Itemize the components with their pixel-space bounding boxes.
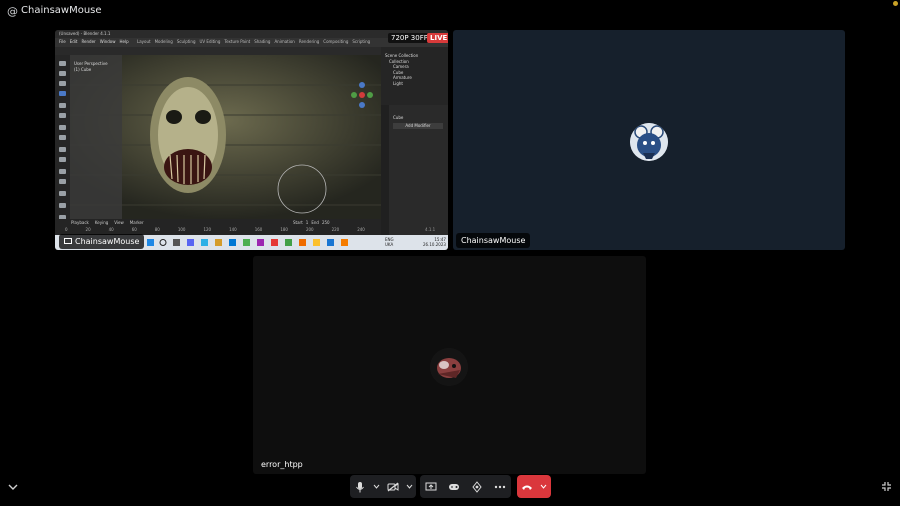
tool-icons — [59, 61, 66, 230]
avatar — [630, 123, 668, 161]
screen-share-icon — [425, 482, 437, 490]
frame-start-label: Start — [293, 220, 303, 225]
workspace-tab-3[interactable]: UV Editing — [200, 39, 221, 45]
more-icon — [494, 485, 505, 488]
participant-tile-chainsawmouse[interactable]: ChainsawMouse — [453, 30, 845, 250]
blender-menu-item-0[interactable]: File — [59, 39, 66, 45]
camera-off-icon — [387, 482, 399, 491]
screen-share-button[interactable] — [423, 479, 439, 495]
workspace-tab-5[interactable]: Shading — [254, 39, 270, 45]
mic-options-button[interactable] — [373, 479, 381, 495]
notification-dot — [893, 1, 898, 6]
blender-timeline[interactable]: Playback Keying View Marker Start 1 End 250… — [55, 219, 381, 235]
chevron-down-icon[interactable] — [8, 483, 18, 491]
chevron-down-icon — [406, 484, 413, 489]
hang-up-icon — [521, 485, 532, 490]
workspace-tab-7[interactable]: Rendering — [299, 39, 319, 45]
blender-viewport[interactable]: User Perspective (1) Cube — [70, 55, 381, 219]
outliner-item-0[interactable]: Scene Collection — [385, 53, 418, 59]
outliner-item-5[interactable]: Light — [385, 81, 418, 87]
workspace-tab-4[interactable]: Texture Paint — [224, 39, 250, 45]
activities-button[interactable] — [446, 479, 462, 495]
timeline-tick-label-12: 240 — [357, 227, 365, 232]
gamepad-icon — [449, 483, 460, 490]
workspace-tab-9[interactable]: Scripting — [352, 39, 370, 45]
frame-start-value[interactable]: 1 — [306, 220, 309, 225]
workspace-tab-0[interactable]: Layout — [137, 39, 151, 45]
blender-menu-item-2[interactable]: Render — [81, 39, 95, 45]
timeline-tick-label-0: 0 — [65, 227, 68, 232]
live-badge: LIVE — [427, 33, 448, 43]
workspace-tab-1[interactable]: Modeling — [155, 39, 173, 45]
screen-share-indicator-icon — [64, 238, 72, 244]
participant-tile-error-htpp[interactable]: error_htpp — [253, 256, 646, 474]
timeline-tick-label-1: 20 — [85, 227, 91, 232]
timeline-tick-label-8: 160 — [254, 227, 263, 232]
blender-menu-item-1[interactable]: Edit — [70, 39, 78, 45]
timeline-tick-label-5: 100 — [177, 227, 186, 232]
blender-viewport-header — [55, 47, 381, 55]
timeline-tick-label-4: 80 — [154, 227, 160, 232]
channel-title: ChainsawMouse — [21, 5, 102, 16]
blender-outliner[interactable]: Scene Collection Collection Camera Cube Arma… — [381, 47, 448, 105]
blender-menu-item-3[interactable]: Window — [100, 39, 116, 45]
creature-avatar-icon — [430, 348, 468, 386]
voice-video-controls — [350, 475, 416, 498]
timeline-tick-label-3: 60 — [131, 227, 137, 232]
workspace-tab-8[interactable]: Compositing — [323, 39, 348, 45]
mic-icon — [356, 481, 365, 492]
timeline-tick-label-9: 180 — [280, 227, 288, 232]
camera-toggle-button[interactable] — [385, 479, 401, 495]
more-options-button[interactable] — [492, 479, 508, 495]
frame-end-value[interactable]: 250 — [322, 220, 330, 225]
timeline-menu-item-0[interactable]: Playback — [71, 220, 89, 225]
timeline-tick-label-10: 200 — [305, 227, 314, 232]
taskbar-date: 26.10.2023 — [423, 242, 446, 247]
timeline-tick-label-11: 220 — [331, 227, 340, 232]
participant-name-tag: error_htpp — [261, 460, 303, 469]
frame-end-label: End — [311, 220, 319, 225]
timeline-tick-label-6: 120 — [203, 227, 212, 232]
chevron-down-icon — [373, 484, 380, 489]
participant-name-tag: ChainsawMouse — [456, 233, 531, 248]
avatar — [430, 348, 468, 386]
add-modifier-button[interactable]: Add Modifier — [393, 123, 443, 129]
viewport-info-1: User Perspective — [74, 61, 108, 66]
timeline-menu-item-3[interactable]: Marker — [130, 220, 144, 225]
call-actions-bar — [420, 475, 511, 498]
streamer-name: ChainsawMouse — [75, 237, 140, 246]
timeline-menu-item-1[interactable]: Keying — [95, 220, 108, 225]
blender-toolbar — [55, 55, 70, 233]
taskbar-lang-2: UKA — [385, 242, 394, 247]
soundboard-button[interactable] — [469, 479, 485, 495]
stream-name-tag: ChainsawMouse — [59, 234, 145, 249]
at-icon: @ — [7, 5, 18, 18]
props-object-name: Cube — [393, 115, 404, 120]
camera-options-button[interactable] — [406, 479, 414, 495]
taskbar-app-icons — [147, 239, 348, 246]
blender-version: 4.1.1 — [425, 227, 436, 232]
timeline-tick-label-7: 140 — [229, 227, 237, 232]
blender-window-title: (Unsaved) - Blender 4.1.1 — [59, 31, 111, 36]
timeline-menu-item-2[interactable]: View — [114, 220, 124, 225]
workspace-tab-2[interactable]: Sculpting — [177, 39, 196, 45]
blender-menu-item-4[interactable]: Help — [119, 39, 128, 45]
mic-button[interactable] — [352, 479, 368, 495]
mask-render: User Perspective (1) Cube — [70, 55, 381, 219]
soundboard-icon — [472, 480, 482, 493]
viewport-info-2: (1) Cube — [74, 67, 92, 72]
title-bar: @ ChainsawMouse — [0, 0, 900, 24]
mouse-avatar-icon — [630, 123, 668, 161]
exit-fullscreen-icon[interactable] — [881, 481, 892, 492]
workspace-tab-6[interactable]: Animation — [274, 39, 294, 45]
chevron-down-icon[interactable] — [540, 484, 547, 489]
stream-tile[interactable]: (Unsaved) - Blender 4.1.1 File Edit Render… — [55, 30, 448, 250]
timeline-tick-label-2: 40 — [108, 227, 114, 232]
disconnect-button[interactable] — [517, 475, 551, 498]
blender-properties[interactable]: Cube Add Modifier 4.1.1 — [381, 105, 448, 235]
